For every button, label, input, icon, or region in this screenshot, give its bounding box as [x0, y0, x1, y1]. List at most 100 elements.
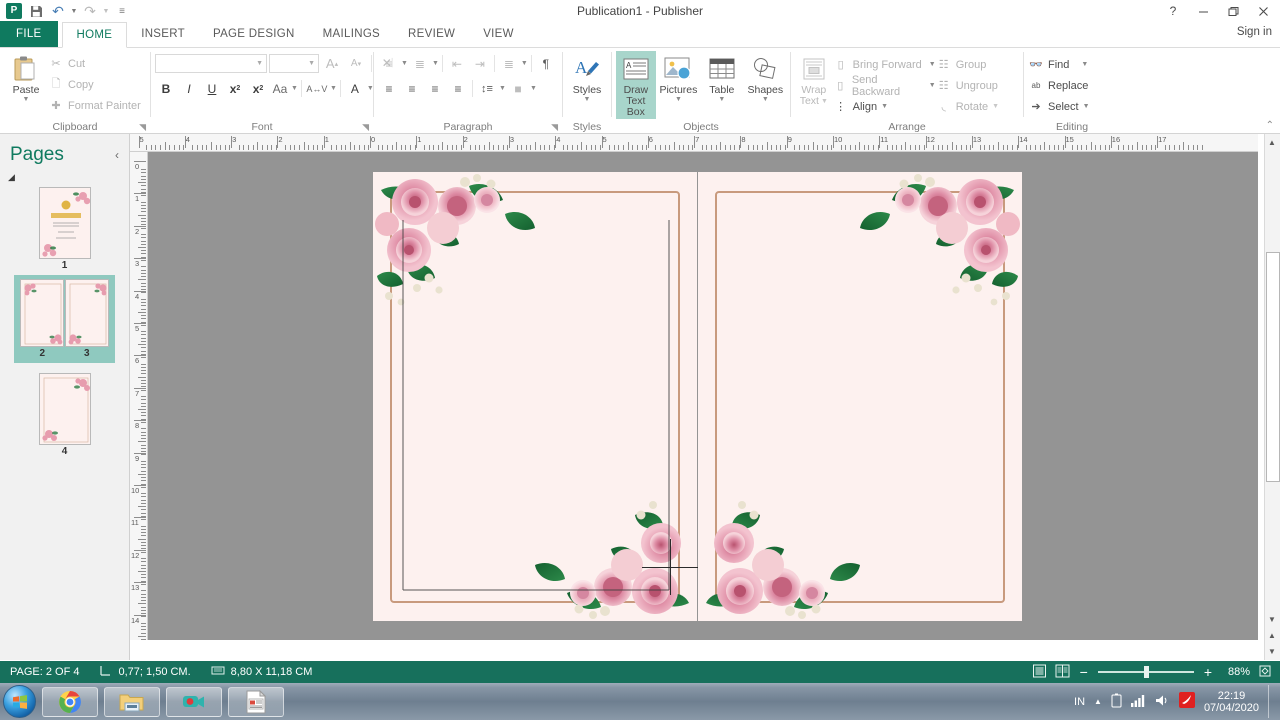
- close-icon[interactable]: [1248, 0, 1278, 22]
- styles-dropdown-icon[interactable]: ▼: [584, 96, 591, 103]
- page-indicator[interactable]: PAGE: 2 OF 4: [0, 666, 90, 678]
- table-dropdown-icon[interactable]: ▼: [718, 96, 725, 103]
- align-right-button[interactable]: ≡: [424, 78, 446, 99]
- align-dropdown-icon[interactable]: ▼: [881, 103, 888, 110]
- justify-button[interactable]: ≡: [447, 78, 469, 99]
- font-size-input[interactable]: ▼: [269, 54, 319, 73]
- table-button[interactable]: Table ▼: [701, 51, 742, 103]
- taskbar-item-screen-recorder[interactable]: [166, 686, 222, 717]
- customize-quick-access-icon[interactable]: ≡: [112, 1, 132, 21]
- shapes-button[interactable]: Shapes ▼: [745, 51, 786, 103]
- numbering-button[interactable]: ≣: [409, 53, 431, 74]
- find-dropdown-icon[interactable]: ▼: [1081, 61, 1088, 68]
- cut-button[interactable]: ✂ Cut: [48, 53, 141, 74]
- draw-text-box-button[interactable]: A Draw Text Box: [616, 51, 656, 119]
- underline-button[interactable]: U: [201, 78, 223, 99]
- save-icon[interactable]: [26, 1, 46, 21]
- decrease-indent-button[interactable]: ⇤: [446, 53, 468, 74]
- scroll-up-icon[interactable]: ▲: [1265, 135, 1279, 149]
- wrap-text-dropdown-icon[interactable]: ▼: [821, 98, 828, 105]
- wrap-text-button[interactable]: Wrap Text ▼: [795, 51, 833, 107]
- line-spacing-dropdown-icon[interactable]: ▼: [499, 85, 506, 92]
- fit-page-icon[interactable]: [1258, 664, 1276, 681]
- change-case-button[interactable]: Aa: [270, 78, 290, 99]
- line-spacing-top-button[interactable]: ≣: [498, 53, 520, 74]
- numbering-dropdown-icon[interactable]: ▼: [432, 60, 439, 67]
- page-thumbnail-4[interactable]: 4: [38, 373, 91, 457]
- page-thumbnail-spread-2-3[interactable]: 2 3: [14, 275, 115, 363]
- change-case-dropdown-icon[interactable]: ▼: [291, 85, 298, 92]
- pictures-dropdown-icon[interactable]: ▼: [675, 96, 682, 103]
- replace-button[interactable]: ab Replace: [1028, 75, 1090, 96]
- tab-review[interactable]: REVIEW: [394, 21, 469, 47]
- redo-dropdown-icon[interactable]: ▼: [102, 1, 110, 21]
- rotate-button[interactable]: ◟ Rotate ▼: [936, 96, 1019, 117]
- right-page[interactable]: [698, 172, 1022, 621]
- show-special-characters-button[interactable]: ¶: [535, 53, 557, 74]
- taskbar-item-chrome[interactable]: [42, 686, 98, 717]
- align-button[interactable]: ⋮ Align ▼: [833, 96, 936, 117]
- bold-button[interactable]: B: [155, 78, 177, 99]
- increase-indent-button[interactable]: ⇥: [469, 53, 491, 74]
- zoom-in-button[interactable]: +: [1202, 664, 1214, 680]
- character-spacing-dropdown-icon[interactable]: ▼: [330, 85, 337, 92]
- rotate-dropdown-icon[interactable]: ▼: [992, 103, 999, 110]
- tab-home[interactable]: HOME: [61, 22, 128, 48]
- single-page-view-icon[interactable]: [1032, 664, 1047, 681]
- taskbar-item-file-explorer[interactable]: [104, 686, 160, 717]
- subscript-button[interactable]: x2: [224, 78, 246, 99]
- group-button[interactable]: ☷ Group: [936, 54, 1019, 75]
- signal-bars-icon[interactable]: [1130, 694, 1146, 710]
- character-spacing-button[interactable]: A↔V: [305, 78, 329, 99]
- ungroup-button[interactable]: ☷ Ungroup: [936, 75, 1019, 96]
- pictures-button[interactable]: Pictures ▼: [658, 51, 699, 103]
- show-desktop-button[interactable]: [1268, 685, 1276, 718]
- clock[interactable]: 22:19 07/04/2020: [1204, 690, 1259, 714]
- language-indicator[interactable]: IN: [1074, 696, 1085, 708]
- next-page-icon[interactable]: ▼: [1265, 644, 1279, 658]
- send-backward-dropdown-icon[interactable]: ▼: [929, 82, 936, 89]
- paste-button[interactable]: Paste ▼: [4, 51, 48, 103]
- show-hidden-icons[interactable]: ▲: [1094, 697, 1102, 706]
- speaker-icon[interactable]: [1155, 694, 1170, 710]
- left-page[interactable]: [373, 172, 697, 621]
- bring-forward-dropdown-icon[interactable]: ▼: [929, 61, 936, 68]
- collapse-pages-panel-icon[interactable]: ‹: [115, 148, 119, 162]
- tab-page-design[interactable]: PAGE DESIGN: [199, 21, 309, 47]
- align-left-button[interactable]: ≡: [378, 78, 400, 99]
- send-backward-button[interactable]: ▯ Send Backward ▼: [833, 74, 936, 98]
- undo-icon[interactable]: ↶: [48, 1, 68, 21]
- tab-file[interactable]: FILE: [0, 21, 58, 47]
- select-button[interactable]: ➔ Select ▼: [1028, 96, 1089, 117]
- shapes-dropdown-icon[interactable]: ▼: [762, 96, 769, 103]
- battery-icon[interactable]: [1111, 693, 1122, 711]
- copy-button[interactable]: 🗋 Copy: [48, 74, 141, 95]
- previous-page-icon[interactable]: ▲: [1265, 628, 1279, 642]
- font-color-button[interactable]: A: [344, 78, 366, 99]
- scroll-down-icon[interactable]: ▼: [1265, 612, 1279, 626]
- paste-dropdown-icon[interactable]: ▼: [23, 96, 30, 103]
- tab-mailings[interactable]: MAILINGS: [309, 21, 394, 47]
- font-dialog-launcher[interactable]: ◥: [362, 122, 369, 133]
- bullets-dropdown-icon[interactable]: ▼: [401, 60, 408, 67]
- redo-icon[interactable]: ↷: [80, 1, 100, 21]
- zoom-slider-thumb[interactable]: [1143, 666, 1149, 678]
- start-button[interactable]: [3, 685, 36, 718]
- italic-button[interactable]: I: [178, 78, 200, 99]
- help-icon[interactable]: ?: [1158, 0, 1188, 22]
- collapse-ribbon-icon[interactable]: ⌃: [1266, 120, 1274, 131]
- paragraph-shading-dropdown-icon[interactable]: ▼: [530, 85, 537, 92]
- line-spacing-top-dropdown-icon[interactable]: ▼: [521, 60, 528, 67]
- clipboard-dialog-launcher[interactable]: ◥: [139, 122, 146, 133]
- paragraph-shading-button[interactable]: ■: [507, 78, 529, 99]
- shrink-font-button[interactable]: A ▾: [345, 53, 367, 74]
- vertical-ruler[interactable]: 0 1 2 3 4 5 6 7 8 9 10 11 12 13 14: [130, 152, 148, 640]
- font-name-input[interactable]: ▼: [155, 54, 267, 73]
- pages-section-toggle-icon[interactable]: ◢: [8, 172, 129, 183]
- superscript-button[interactable]: x2: [247, 78, 269, 99]
- sign-in-link[interactable]: Sign in: [1237, 26, 1272, 38]
- zoom-out-button[interactable]: −: [1078, 664, 1090, 680]
- antivirus-icon[interactable]: [1178, 692, 1195, 711]
- grow-font-button[interactable]: A ▴: [321, 53, 343, 74]
- bring-forward-button[interactable]: ▯ Bring Forward ▼: [833, 54, 936, 75]
